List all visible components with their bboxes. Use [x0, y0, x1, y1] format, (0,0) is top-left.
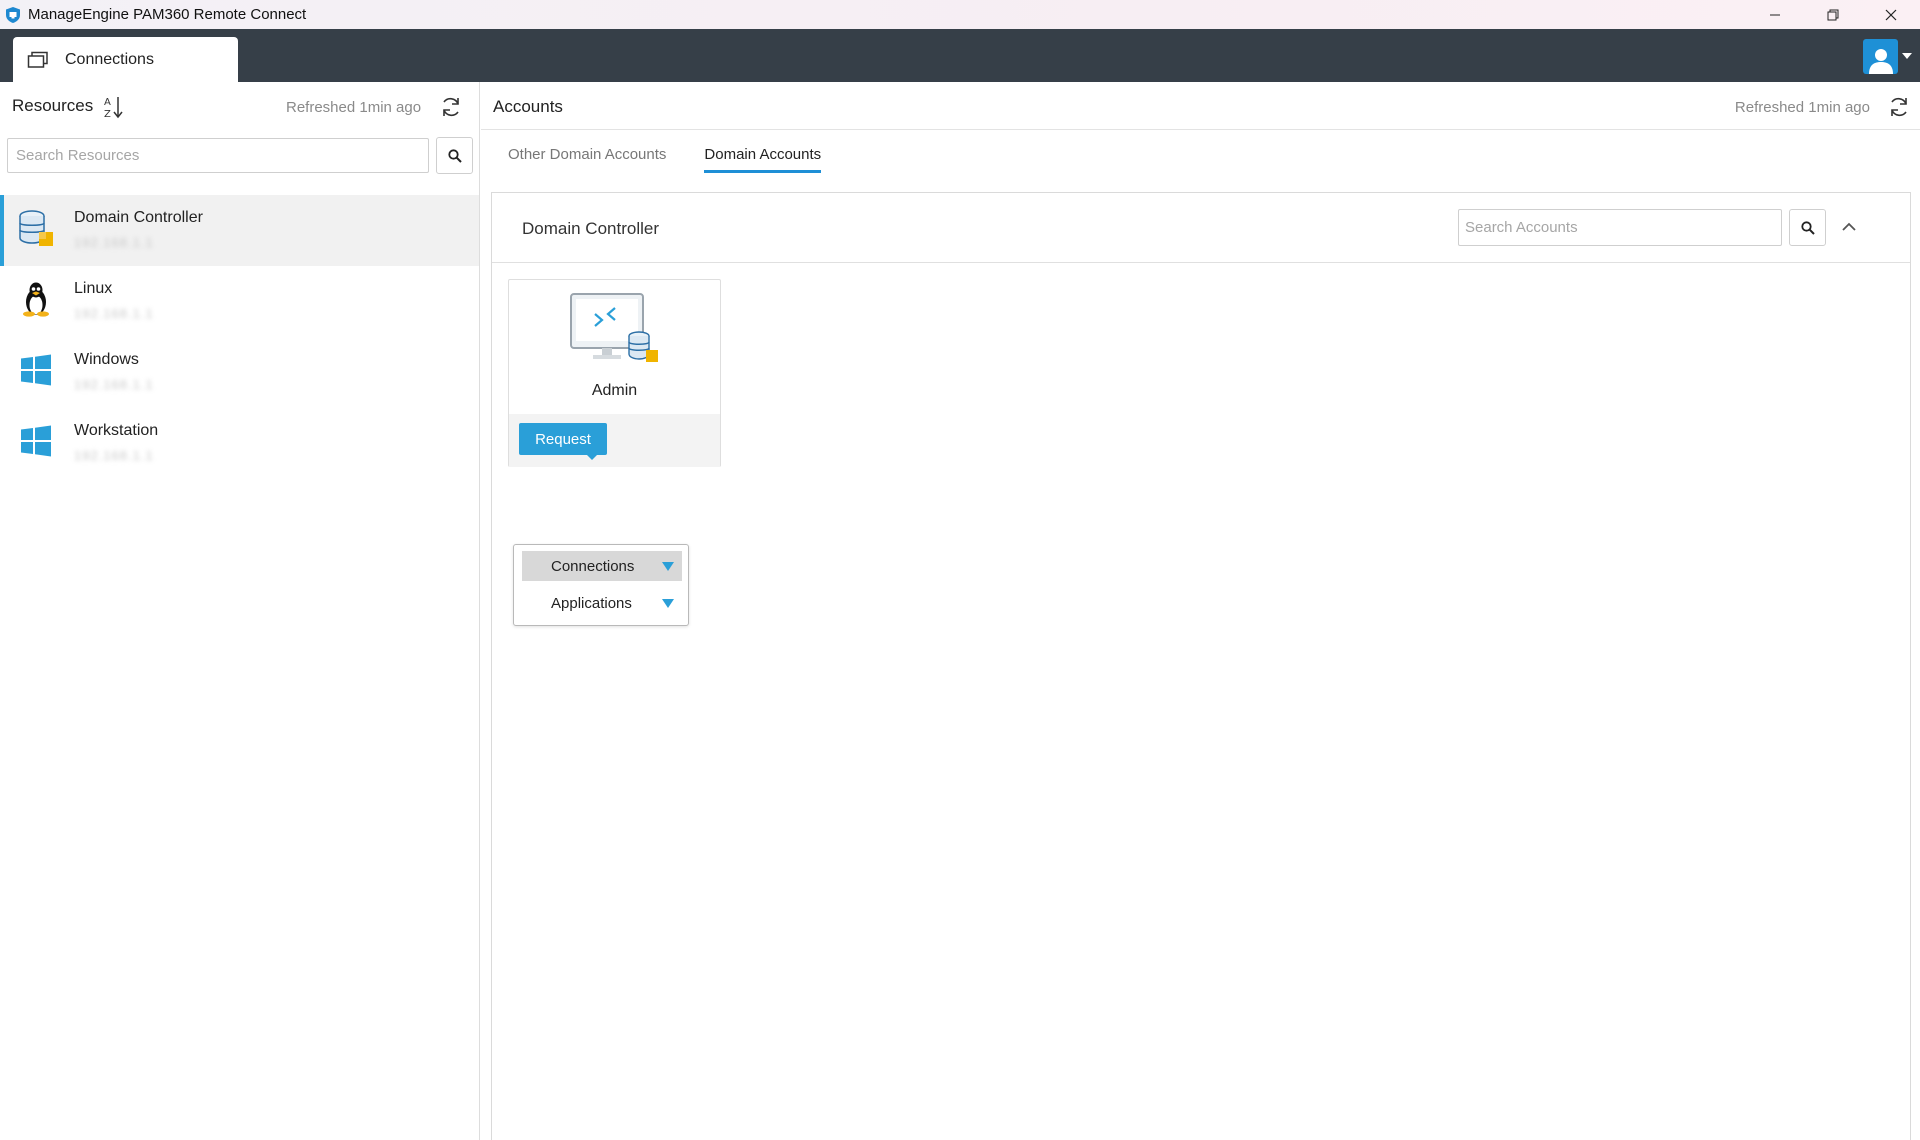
collapse-group-button[interactable] [1837, 215, 1861, 239]
resources-panel: Resources A Z Refreshed 1min ago Search … [0, 82, 480, 1140]
account-card-admin[interactable]: Admin Request [508, 279, 721, 467]
resources-refreshed-status: Refreshed 1min ago [286, 99, 422, 116]
minimize-icon [1770, 14, 1780, 15]
title-bar: ManageEngine PAM360 Remote Connect [0, 0, 1920, 29]
account-type-tabs: Other Domain Accounts Domain Accounts [508, 146, 822, 173]
resources-header: Resources A Z Refreshed 1min ago [0, 82, 479, 132]
resource-ip: 192.168.1.1 [74, 235, 154, 250]
user-menu-button[interactable] [1863, 37, 1912, 75]
menu-item-label: Applications [551, 594, 632, 612]
user-icon [1868, 48, 1893, 74]
resource-item-linux[interactable]: Linux 192.168.1.1 [0, 266, 479, 337]
menu-item-connections[interactable]: Connections [522, 551, 682, 581]
resource-name: Linux [74, 280, 113, 297]
tab-connections-label: Connections [65, 50, 154, 68]
resource-item-domain-controller[interactable]: Domain Controller 192.168.1.1 [0, 195, 479, 266]
request-caret-icon [587, 455, 597, 460]
resources-refresh-button[interactable] [438, 94, 464, 120]
triangle-down-icon [662, 562, 674, 571]
sort-az-icon[interactable]: A Z [103, 95, 125, 119]
accounts-panel: Accounts Refreshed 1min ago Other Domain… [481, 82, 1920, 1140]
windows-logo-icon [16, 420, 56, 462]
menu-item-label: Connections [551, 557, 635, 575]
search-accounts-button[interactable] [1789, 209, 1826, 246]
resources-title: Resources [12, 96, 94, 115]
account-group-header: Domain Controller [492, 193, 1910, 263]
request-dropdown-menu: Connections Applications [513, 544, 689, 626]
accounts-title: Accounts [493, 97, 563, 116]
tab-other-domain-accounts[interactable]: Other Domain Accounts [508, 146, 666, 173]
tab-connections[interactable]: Connections [13, 37, 238, 82]
avatar [1863, 38, 1898, 74]
window-title: ManageEngine PAM360 Remote Connect [28, 6, 307, 23]
accounts-refresh-button[interactable] [1886, 94, 1912, 120]
tab-domain-accounts[interactable]: Domain Accounts [704, 146, 822, 173]
search-accounts-input[interactable] [1458, 209, 1782, 246]
request-button[interactable]: Request [519, 423, 607, 455]
resource-ip: 192.168.1.1 [74, 306, 154, 321]
resource-ip: 192.168.1.1 [74, 377, 154, 392]
refresh-icon [443, 97, 459, 117]
restore-button[interactable] [1804, 0, 1862, 29]
resource-name: Windows [74, 351, 139, 368]
resource-ip: 192.168.1.1 [74, 448, 154, 463]
remote-desktop-icon [570, 293, 658, 362]
triangle-down-icon [662, 599, 674, 608]
caret-down-icon [1902, 53, 1912, 59]
domain-controller-icon [16, 207, 56, 249]
search-resources-button[interactable] [436, 137, 473, 174]
refresh-icon [1891, 97, 1907, 117]
resource-name: Domain Controller [74, 209, 203, 226]
windows-logo-icon [16, 349, 56, 391]
resource-item-windows[interactable]: Windows 192.168.1.1 [0, 337, 479, 408]
account-name: Admin [591, 382, 638, 399]
menu-item-applications[interactable]: Applications [522, 588, 682, 618]
chevron-up-icon [1842, 222, 1856, 231]
account-card-footer: Request [509, 414, 720, 467]
resource-list: Domain Controller 192.168.1.1 Linux 192.… [0, 195, 479, 479]
top-tab-bar: Connections [0, 29, 1920, 82]
app-logo-icon [6, 6, 20, 23]
search-icon [1800, 220, 1815, 235]
search-resources-input[interactable] [7, 138, 429, 173]
minimize-button[interactable] [1746, 0, 1804, 29]
account-group-title: Domain Controller [522, 219, 659, 238]
svg-text:Z: Z [104, 109, 111, 119]
windows-icon [27, 51, 48, 68]
svg-text:A: A [104, 97, 111, 108]
close-icon [1885, 9, 1897, 20]
account-group-domain-controller: Domain Controller Search Accounts Admin … [491, 192, 1911, 1140]
resource-item-workstation[interactable]: Workstation 192.168.1.1 [0, 408, 479, 479]
accounts-refreshed-status: Refreshed 1min ago [1734, 99, 1870, 116]
resource-name: Workstation [74, 422, 159, 439]
close-button[interactable] [1862, 0, 1920, 29]
accounts-header: Accounts Refreshed 1min ago [481, 82, 1920, 130]
linux-icon [16, 278, 56, 320]
restore-icon [1827, 9, 1839, 20]
search-icon [447, 148, 462, 163]
